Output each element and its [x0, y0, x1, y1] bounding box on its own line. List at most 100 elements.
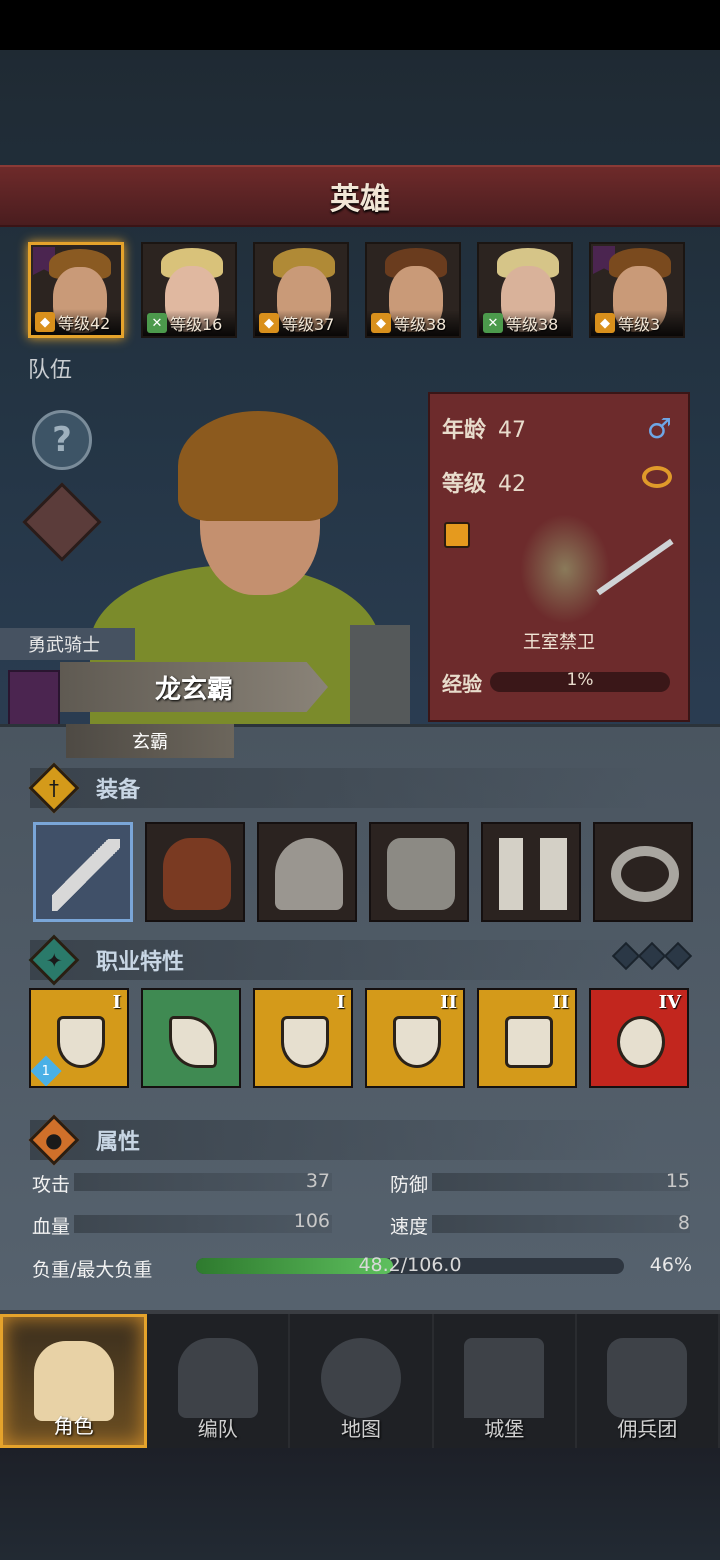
- trait-charge[interactable]: [141, 988, 241, 1088]
- help-button[interactable]: ?: [32, 410, 92, 470]
- equip-slot-boots[interactable]: [481, 822, 581, 922]
- nav-label: 角色: [53, 1414, 94, 1438]
- knight-icon: [33, 1341, 114, 1421]
- castle-icon: [464, 1338, 545, 1418]
- nav-castle[interactable]: 城堡: [434, 1314, 577, 1448]
- diamond-icon: [611, 941, 641, 971]
- trait-rank: I: [112, 992, 121, 1013]
- age-value: 47: [498, 418, 527, 443]
- bow-icon: ✕: [147, 313, 167, 333]
- heartbeat-trait-icon: [617, 1016, 665, 1068]
- question-icon: ?: [52, 420, 72, 460]
- shield-trait-icon: [393, 1016, 441, 1068]
- hp-value: 106: [293, 1210, 330, 1232]
- trait-rank: IV: [658, 992, 681, 1013]
- nav-label: 地图: [341, 1417, 381, 1441]
- hp-label: 血量: [32, 1216, 71, 1238]
- shield-icon: ◆: [35, 312, 55, 332]
- trait-heartbeat[interactable]: IV: [589, 988, 689, 1088]
- compass-icon: [321, 1338, 401, 1418]
- trait-rank: II: [440, 992, 457, 1013]
- hero-info-panel: 年龄 47 ♂ 等级 42 王室禁卫 经验 1%: [428, 392, 690, 722]
- hero-level: 等级3: [618, 315, 661, 334]
- person-section-icon: ●: [28, 1114, 80, 1166]
- hero-card-3[interactable]: ◆ 等级37: [253, 242, 349, 338]
- trait-shield-break[interactable]: II: [477, 988, 577, 1088]
- sword-icon: [52, 839, 120, 911]
- hero-card-2[interactable]: ✕ 等级16: [141, 242, 237, 338]
- diamond-icon: [663, 941, 693, 971]
- trait-sword-shield[interactable]: I1: [29, 988, 129, 1088]
- hair: [178, 411, 338, 521]
- ring-icon[interactable]: [642, 466, 672, 488]
- level-label: 等级: [442, 472, 487, 497]
- bow-icon: ✕: [483, 313, 503, 333]
- trait-rank: I: [336, 992, 345, 1013]
- nav-formation[interactable]: 编队: [147, 1314, 291, 1448]
- bottom-area: [0, 1448, 720, 1560]
- hero-nickname: 玄霸: [66, 724, 234, 758]
- page-title: 英雄: [330, 182, 390, 217]
- nav-mercenary[interactable]: 佣兵团: [577, 1314, 720, 1448]
- shield-class-icon: [444, 522, 470, 548]
- chainmail-armor-icon: [387, 838, 455, 910]
- charge-trait-icon: [169, 1016, 217, 1068]
- shield-break-trait-icon: [505, 1016, 553, 1068]
- hero-card-5[interactable]: ✕ 等级38: [477, 242, 573, 338]
- unit-figure: [520, 514, 610, 624]
- mercenary-icon: [607, 1338, 688, 1418]
- trait-slots-indicator: [611, 941, 693, 971]
- nav-map[interactable]: 地图: [290, 1314, 434, 1448]
- team-label: 队伍: [28, 358, 73, 383]
- equip-slot-ring[interactable]: [593, 822, 693, 922]
- trait-shield-arrow[interactable]: I: [253, 988, 353, 1088]
- load-percent: 46%: [649, 1254, 692, 1276]
- unit-name: 王室禁卫: [523, 632, 595, 653]
- shield-icon: ◆: [371, 313, 391, 333]
- hero-level: 等级38: [394, 315, 447, 334]
- trait-tier-badge: 1: [31, 1055, 62, 1086]
- diamond-icon: [637, 941, 667, 971]
- exp-value: 1%: [566, 670, 594, 690]
- nav-label: 佣兵团: [617, 1417, 678, 1441]
- attributes-header: ● 属性: [28, 1114, 650, 1166]
- speed-value: 8: [677, 1212, 690, 1234]
- helmet-icon: [275, 838, 343, 910]
- status-bar: [0, 0, 720, 50]
- greaves-icon: [499, 838, 567, 910]
- hero-card-6[interactable]: ◆ 等级3: [589, 242, 685, 338]
- equipment-header: † 装备: [28, 762, 650, 814]
- chainmail: [350, 625, 410, 725]
- defense-value: 15: [665, 1170, 690, 1192]
- equip-slot-offhand[interactable]: [145, 822, 245, 922]
- equip-slot-weapon[interactable]: [33, 822, 133, 922]
- shield-icon: ◆: [259, 313, 279, 333]
- attributes-title: 属性: [96, 1130, 141, 1155]
- traits-title: 职业特性: [96, 950, 185, 975]
- attack-value: 37: [305, 1170, 330, 1192]
- load-label: 负重/最大负重: [32, 1259, 153, 1281]
- hero-card-1[interactable]: ◆ 等级42: [28, 242, 124, 338]
- defense-label: 防御: [390, 1174, 429, 1196]
- traits-header: ✦ 职业特性: [28, 934, 650, 986]
- male-icon: ♂: [646, 412, 672, 445]
- helmet-group-icon: [177, 1338, 258, 1418]
- sword-section-icon: †: [28, 762, 80, 814]
- level-value: 42: [498, 472, 527, 497]
- sword-shield-trait-icon: [57, 1016, 105, 1068]
- nav-label: 城堡: [484, 1417, 525, 1441]
- star-section-icon: ✦: [28, 934, 80, 986]
- shield-arrow-trait-icon: [281, 1016, 329, 1068]
- bottom-nav: 角色 编队 地图 城堡 佣兵团: [0, 1310, 720, 1448]
- trait-shield[interactable]: II: [365, 988, 465, 1088]
- trait-rank: II: [552, 992, 569, 1013]
- hero-name[interactable]: 龙玄霸: [60, 662, 328, 712]
- hero-level: 等级16: [170, 315, 223, 334]
- nav-label: 编队: [197, 1417, 238, 1441]
- equip-slot-helmet[interactable]: [257, 822, 357, 922]
- hero-card-4[interactable]: ◆ 等级38: [365, 242, 461, 338]
- equip-slot-armor[interactable]: [369, 822, 469, 922]
- hero-class-title: 勇武骑士: [0, 628, 135, 660]
- nav-character[interactable]: 角色: [0, 1314, 148, 1448]
- shield-icon: ◆: [595, 313, 615, 333]
